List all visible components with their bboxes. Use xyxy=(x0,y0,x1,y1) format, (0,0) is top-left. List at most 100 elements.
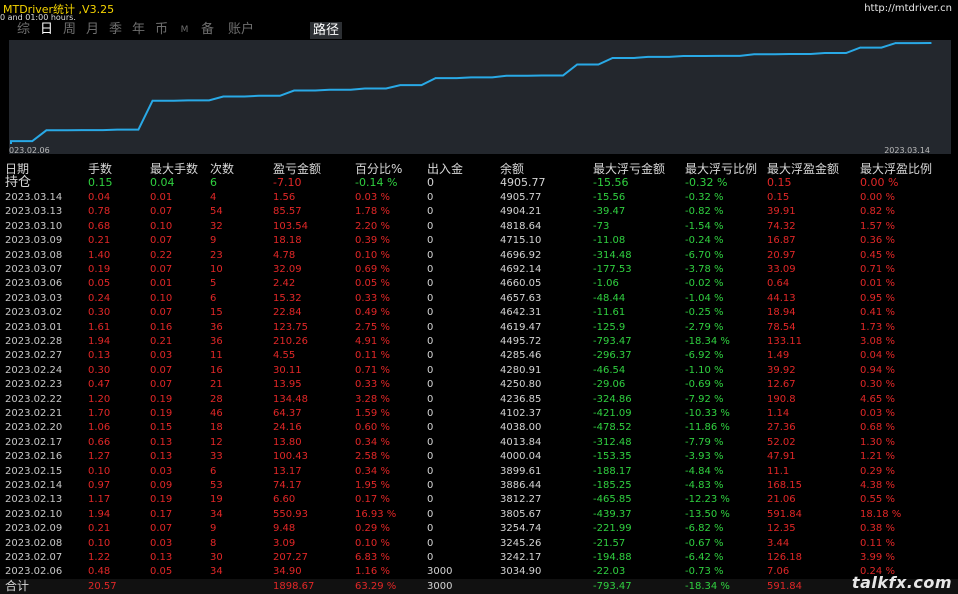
cell-max-lots: 0.13 xyxy=(150,451,173,463)
cell-max-lots: 0.07 xyxy=(150,523,173,535)
cell-max-fp: 12.67 xyxy=(767,379,796,391)
cell-date: 2023.02.21 xyxy=(5,408,63,419)
equity-point xyxy=(45,129,48,132)
tab-month[interactable]: 月 xyxy=(81,22,104,38)
cell-lots: 0.30 xyxy=(88,307,111,319)
cell-max-fp: 33.09 xyxy=(767,264,796,275)
equity-point xyxy=(824,52,826,54)
cell-lots: 0.19 xyxy=(88,264,111,275)
cell-max-dd: -465.85 xyxy=(593,494,632,506)
tab-note[interactable]: 备 xyxy=(196,22,219,38)
cell-max-dd: -15.56 xyxy=(593,192,626,203)
cell-max-dd-pct: -6.82 % xyxy=(685,523,724,535)
cell-date: 2023.02.27 xyxy=(5,350,63,362)
table-row: 2023.02.21 1.70 0.19 46 64.37 1.59 % 0 4102.37 -… xyxy=(0,406,958,421)
equity-point xyxy=(788,53,791,55)
cell-pct: 0.39 % xyxy=(355,235,390,247)
cell-max-dd: -39.47 xyxy=(593,206,626,218)
cell-balance: 4013.84 xyxy=(500,436,542,448)
tab-currency[interactable]: 币 xyxy=(150,22,173,38)
cell-date: 2023.03.10 xyxy=(5,220,63,232)
cell-count: 32 xyxy=(210,220,223,232)
tab-account[interactable]: 账户 xyxy=(219,22,263,38)
cell-lots: 0.30 xyxy=(88,364,111,376)
equity-point xyxy=(328,89,331,91)
equity-point xyxy=(717,55,720,57)
cell-max-fp: 0.64 xyxy=(767,278,790,290)
cell-balance: 4696.92 xyxy=(500,249,542,261)
cell-balance: 3899.61 xyxy=(500,465,542,477)
table-row: 2023.03.03 0.24 0.10 6 15.32 0.33 % 0 4657.63 -4… xyxy=(0,291,958,306)
table-row: 2023.03.09 0.21 0.07 9 18.18 0.39 % 0 4715.10 -1… xyxy=(0,233,958,248)
cell-pl: 1898.67 xyxy=(273,581,315,592)
cell-date: 2023.02.22 xyxy=(5,393,63,405)
cell-pl: 64.37 xyxy=(273,408,302,419)
cell-max-lots: 0.07 xyxy=(150,264,173,275)
cell-count: 15 xyxy=(210,307,223,319)
equity-chart xyxy=(9,40,951,154)
equity-point xyxy=(434,77,437,79)
cell-date: 合计 xyxy=(5,579,30,593)
cell-max-lots: 0.07 xyxy=(150,235,173,247)
cell-pct: 0.33 % xyxy=(355,292,390,304)
equity-chart-svg xyxy=(10,42,932,144)
cell-max-lots: 0.01 xyxy=(150,192,173,203)
cell-max-lots: 0.04 xyxy=(150,176,175,189)
table-row: 2023.03.01 1.61 0.16 36 123.75 2.75 % 0 4619.47… xyxy=(0,320,958,335)
table-row: 2023.02.06 0.48 0.05 34 34.90 1.16 % 3000 3034.… xyxy=(0,564,958,579)
cell-max-fp-pct: 0.38 % xyxy=(860,523,895,535)
tab-year[interactable]: 年 xyxy=(127,22,150,38)
cell-pct: 0.05 % xyxy=(355,278,390,290)
equity-point xyxy=(682,55,685,57)
tab-day[interactable]: 日 xyxy=(35,22,58,38)
cell-max-dd: -1.06 xyxy=(593,278,619,290)
cell-max-dd-pct: -7.79 % xyxy=(685,436,724,448)
cell-lots: 0.68 xyxy=(88,220,111,232)
cell-pct: 0.29 % xyxy=(355,523,390,535)
site-link[interactable]: http://mtdriver.cn xyxy=(864,3,952,14)
cell-io: 0 xyxy=(427,494,434,506)
cell-max-fp: 39.91 xyxy=(767,206,796,218)
cell-date: 2023.03.08 xyxy=(5,249,63,261)
cell-lots: 20.57 xyxy=(88,581,117,592)
cell-max-fp: 11.1 xyxy=(767,465,790,477)
cell-max-dd: -22.03 xyxy=(593,566,626,578)
cell-date: 持仓 xyxy=(5,175,32,190)
cell-max-fp: 3.44 xyxy=(767,537,790,549)
cell-lots: 0.04 xyxy=(88,192,111,203)
tab-quarter[interactable]: 季 xyxy=(104,22,127,38)
tab-m[interactable]: M xyxy=(173,22,196,38)
cell-pl: 123.75 xyxy=(273,321,308,333)
tab-route[interactable]: 路径 xyxy=(310,22,342,39)
equity-line xyxy=(10,42,932,144)
cell-count: 23 xyxy=(210,249,223,261)
cell-io: 0 xyxy=(427,176,434,189)
cell-pl: 9.48 xyxy=(273,523,296,535)
cell-count: 6 xyxy=(210,465,217,477)
cell-max-fp-pct: 1.57 % xyxy=(860,220,895,232)
period-tabs: 综 日 周 月 季 年 币 M 备 账户 xyxy=(12,22,263,38)
cell-max-dd-pct: -2.79 % xyxy=(685,321,724,333)
cell-pct: 3.28 % xyxy=(355,393,390,405)
cell-max-dd: -11.61 xyxy=(593,307,626,319)
cell-max-dd-pct: -0.69 % xyxy=(685,379,724,391)
cell-max-fp-pct: 0.30 % xyxy=(860,379,895,391)
cell-balance: 4038.00 xyxy=(500,422,542,434)
cell-max-lots: 0.10 xyxy=(150,220,173,232)
cell-date: 2023.02.09 xyxy=(5,523,63,535)
equity-point xyxy=(151,99,154,102)
cell-date: 2023.02.07 xyxy=(5,552,63,563)
cell-pl: 22.84 xyxy=(273,307,302,319)
cell-pct: 0.71 % xyxy=(355,364,390,376)
cell-pl: 13.17 xyxy=(273,465,302,477)
cell-max-lots: 0.01 xyxy=(150,278,173,290)
tab-summary[interactable]: 综 xyxy=(12,22,35,38)
cell-max-dd: -324.86 xyxy=(593,393,632,405)
cell-max-fp: 18.94 xyxy=(767,307,796,319)
equity-point xyxy=(187,99,189,102)
tab-week[interactable]: 周 xyxy=(58,22,81,38)
cell-pct: 0.10 % xyxy=(355,537,390,549)
cell-max-fp-pct: 0.01 % xyxy=(860,278,895,290)
cell-balance: 4905.77 xyxy=(500,176,546,189)
cell-max-fp: 20.97 xyxy=(767,249,796,261)
